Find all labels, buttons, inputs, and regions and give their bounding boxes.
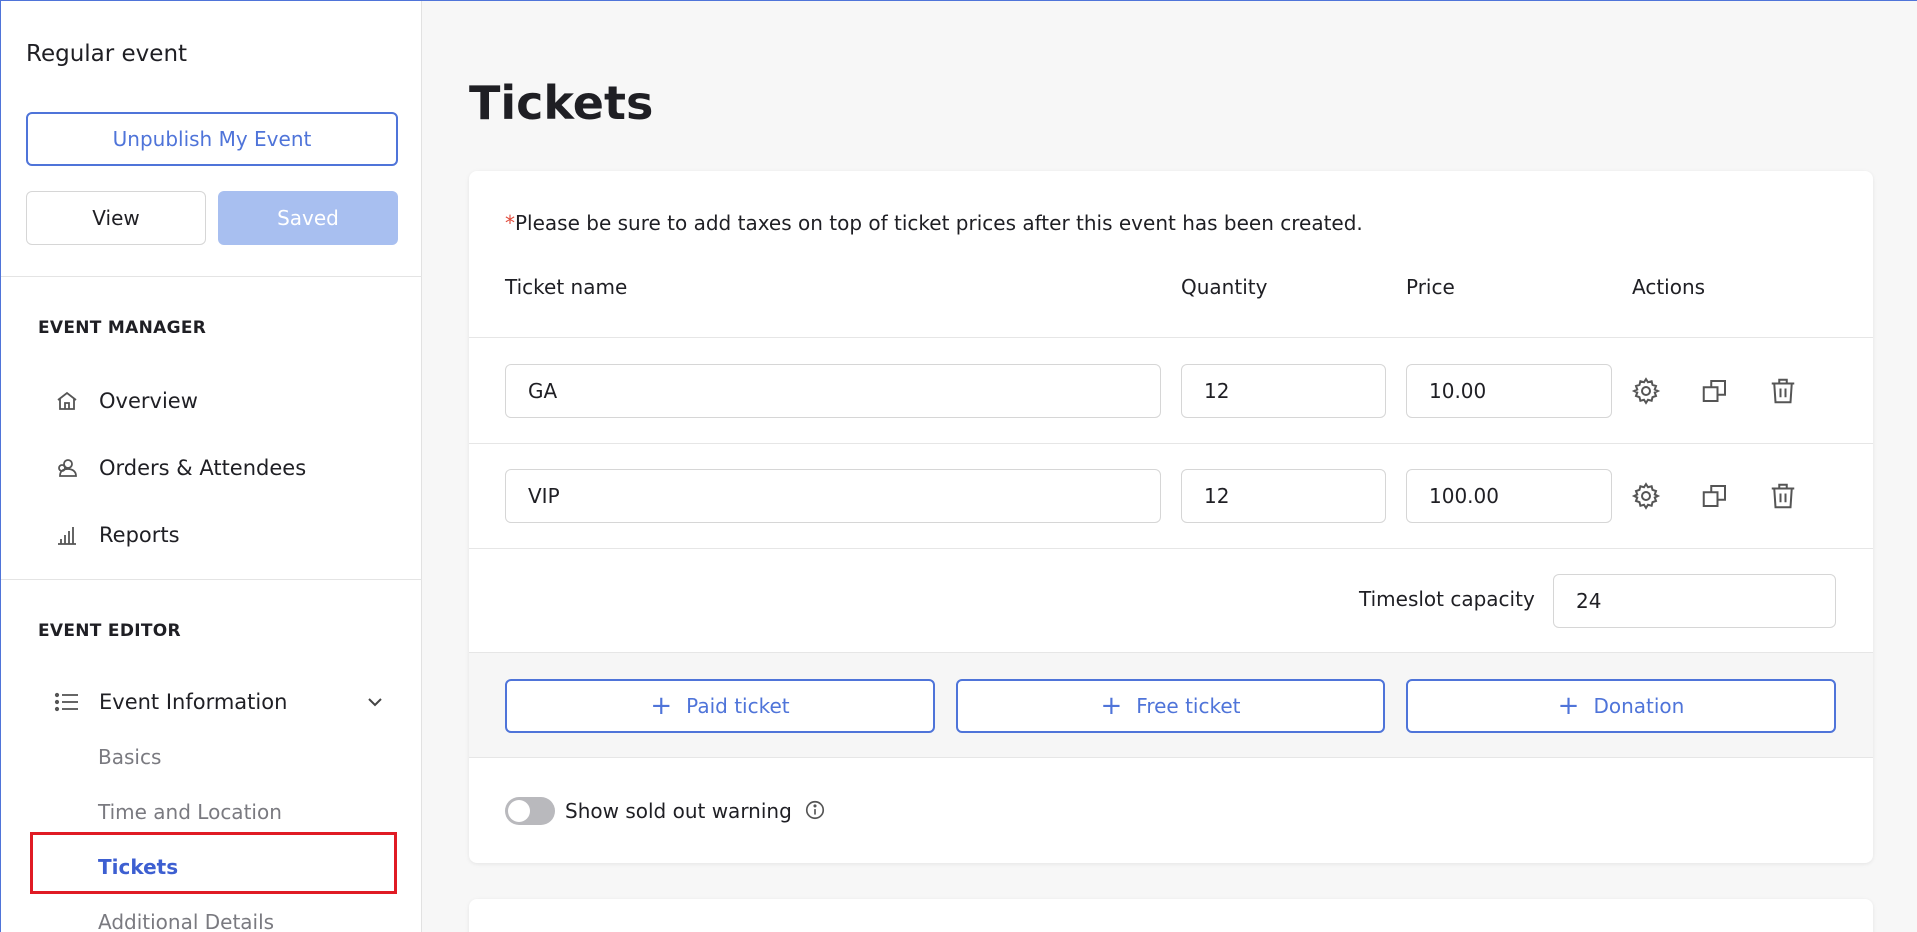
ticket-quantity-field[interactable]: 12 bbox=[1181, 469, 1386, 523]
column-header-actions: Actions bbox=[1632, 275, 1706, 299]
divider bbox=[1, 579, 422, 580]
settings-icon[interactable] bbox=[1629, 374, 1663, 408]
timeslot-capacity-field[interactable]: 24 bbox=[1553, 574, 1836, 628]
button-label: Donation bbox=[1593, 694, 1685, 718]
divider bbox=[1, 276, 422, 277]
button-label: Free ticket bbox=[1136, 694, 1241, 718]
trash-icon[interactable] bbox=[1766, 374, 1800, 408]
divider bbox=[469, 548, 1873, 549]
sidebar-item-label: Orders & Attendees bbox=[99, 456, 307, 480]
duplicate-icon[interactable] bbox=[1698, 374, 1732, 408]
plus-icon: + bbox=[1100, 691, 1123, 721]
page-title: Tickets bbox=[469, 76, 654, 130]
add-free-ticket-button[interactable]: + Free ticket bbox=[956, 679, 1385, 733]
sidebar-item-label: Event Information bbox=[99, 690, 288, 714]
tax-notice: *Please be sure to add taxes on top of t… bbox=[505, 211, 1363, 235]
sidebar: Regular event Unpublish My Event View Sa… bbox=[0, 1, 422, 932]
column-header-price: Price bbox=[1406, 275, 1455, 299]
home-icon bbox=[53, 387, 81, 415]
ticket-price-field[interactable]: 100.00 bbox=[1406, 469, 1612, 523]
tax-notice-text: Please be sure to add taxes on top of ti… bbox=[515, 211, 1363, 235]
toggle-knob bbox=[508, 800, 530, 822]
unpublish-button[interactable]: Unpublish My Event bbox=[26, 112, 398, 166]
event-manager-heading: EVENT MANAGER bbox=[38, 318, 207, 338]
saved-button[interactable]: Saved bbox=[218, 191, 398, 245]
list-icon bbox=[53, 688, 81, 716]
ticket-price-field[interactable]: 10.00 bbox=[1406, 364, 1612, 418]
divider bbox=[469, 337, 1873, 338]
column-header-quantity: Quantity bbox=[1181, 275, 1268, 299]
trash-icon[interactable] bbox=[1766, 479, 1800, 513]
attendees-icon bbox=[53, 454, 81, 482]
ticket-quantity-field[interactable]: 12 bbox=[1181, 364, 1386, 418]
button-label: Paid ticket bbox=[686, 694, 790, 718]
sidebar-item-additional-details[interactable]: Additional Details bbox=[98, 910, 274, 932]
ticket-name-field[interactable]: VIP bbox=[505, 469, 1161, 523]
column-header-name: Ticket name bbox=[505, 275, 628, 299]
plus-icon: + bbox=[650, 691, 673, 721]
sidebar-item-time-location[interactable]: Time and Location bbox=[98, 800, 282, 824]
sidebar-item-label: Overview bbox=[99, 389, 198, 413]
event-editor-heading: EVENT EDITOR bbox=[38, 621, 181, 641]
app-root: Regular event Unpublish My Event View Sa… bbox=[0, 0, 1917, 932]
chevron-down-icon[interactable] bbox=[363, 690, 387, 714]
event-title: Regular event bbox=[26, 41, 188, 67]
sold-out-warning-label: Show sold out warning bbox=[565, 799, 792, 823]
add-paid-ticket-button[interactable]: + Paid ticket bbox=[505, 679, 935, 733]
required-star: * bbox=[505, 211, 515, 235]
sold-out-warning-toggle[interactable] bbox=[505, 797, 555, 825]
divider bbox=[469, 443, 1873, 444]
sidebar-item-orders-attendees[interactable]: Orders & Attendees bbox=[53, 448, 306, 488]
settings-icon[interactable] bbox=[1629, 479, 1663, 513]
plus-icon: + bbox=[1557, 691, 1580, 721]
bar-chart-icon bbox=[53, 521, 81, 549]
next-card bbox=[469, 899, 1873, 932]
tickets-card: *Please be sure to add taxes on top of t… bbox=[469, 171, 1873, 863]
sidebar-item-reports[interactable]: Reports bbox=[53, 515, 180, 555]
add-donation-button[interactable]: + Donation bbox=[1406, 679, 1836, 733]
info-icon[interactable] bbox=[804, 799, 826, 821]
sidebar-item-event-information[interactable]: Event Information bbox=[53, 682, 287, 722]
view-button[interactable]: View bbox=[26, 191, 206, 245]
sidebar-item-label: Reports bbox=[99, 523, 180, 547]
duplicate-icon[interactable] bbox=[1698, 479, 1732, 513]
sidebar-item-overview[interactable]: Overview bbox=[53, 381, 198, 421]
active-item-highlight bbox=[30, 832, 397, 894]
sidebar-item-basics[interactable]: Basics bbox=[98, 745, 161, 769]
timeslot-capacity-label: Timeslot capacity bbox=[1359, 587, 1535, 611]
ticket-name-field[interactable]: GA bbox=[505, 364, 1161, 418]
